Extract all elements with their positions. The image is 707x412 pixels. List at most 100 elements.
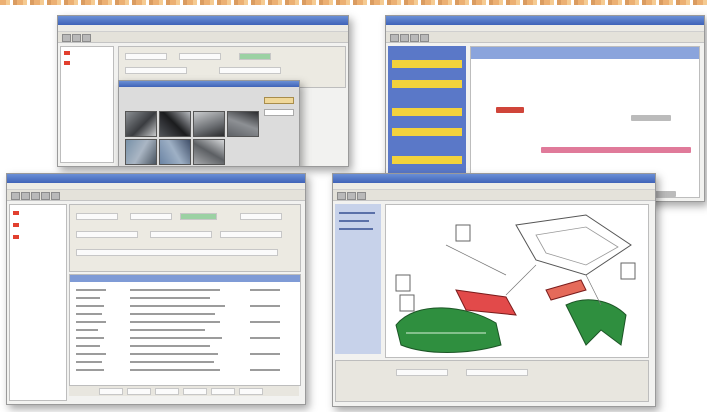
menu-bar (58, 25, 348, 32)
schedule-row-highlight[interactable] (392, 80, 462, 88)
tab-button[interactable] (155, 388, 179, 395)
folder-icon[interactable] (13, 211, 19, 215)
form-field[interactable] (125, 67, 187, 74)
toolbar-button[interactable] (347, 192, 356, 200)
toolbar (58, 32, 348, 43)
toolbar-button[interactable] (420, 34, 429, 42)
table-row[interactable] (130, 313, 215, 315)
tab-button[interactable] (211, 388, 235, 395)
table-row[interactable] (130, 305, 225, 307)
table-row[interactable] (250, 369, 280, 371)
table-row[interactable] (76, 345, 100, 347)
table-row[interactable] (76, 329, 98, 331)
tab-button[interactable] (127, 388, 151, 395)
photo-thumbnail-icon[interactable] (159, 111, 191, 137)
toolbar (7, 190, 305, 201)
toolbar-button[interactable] (41, 192, 50, 200)
form-field[interactable] (220, 231, 282, 238)
form-field[interactable] (239, 53, 271, 60)
table-row[interactable] (76, 353, 106, 355)
form-field[interactable] (466, 369, 528, 376)
table-row[interactable] (250, 353, 280, 355)
gantt-bar[interactable] (631, 115, 671, 121)
form-field[interactable] (76, 249, 278, 256)
list-item[interactable] (339, 212, 375, 214)
table-row[interactable] (130, 337, 222, 339)
form-field[interactable] (180, 213, 217, 220)
photo-thumbnail-icon[interactable] (193, 111, 225, 137)
table-row[interactable] (250, 337, 280, 339)
table-row[interactable] (130, 345, 210, 347)
toolbar-button[interactable] (400, 34, 409, 42)
table-row[interactable] (76, 369, 104, 371)
table-row[interactable] (250, 305, 280, 307)
table-row[interactable] (130, 361, 214, 363)
form-field[interactable] (179, 53, 221, 60)
table-row[interactable] (76, 289, 106, 291)
form-field[interactable] (219, 67, 281, 74)
table-row[interactable] (76, 313, 102, 315)
toolbar-button[interactable] (390, 34, 399, 42)
form-field[interactable] (130, 213, 172, 220)
toolbar-button[interactable] (72, 34, 81, 42)
bottom-tab-strip (69, 386, 299, 396)
folder-icon[interactable] (13, 223, 19, 227)
table-row[interactable] (76, 321, 106, 323)
toolbar-button[interactable] (410, 34, 419, 42)
list-item[interactable] (339, 228, 373, 230)
gantt-bar[interactable] (541, 147, 691, 153)
gantt-bar[interactable] (496, 107, 524, 113)
form-field[interactable] (76, 231, 138, 238)
diagram-sidebar (335, 204, 381, 354)
gantt-header (471, 47, 699, 59)
photo-thumbnail-icon[interactable] (193, 139, 225, 165)
table-row[interactable] (130, 297, 210, 299)
schedule-row-highlight[interactable] (392, 156, 462, 164)
table-row[interactable] (76, 297, 100, 299)
toolbar-button[interactable] (21, 192, 30, 200)
toolbar-button[interactable] (82, 34, 91, 42)
table-row[interactable] (130, 321, 220, 323)
table-row[interactable] (250, 321, 280, 323)
table-row[interactable] (76, 305, 104, 307)
toolbar-button[interactable] (62, 34, 71, 42)
table-row[interactable] (250, 289, 280, 291)
tab-button[interactable] (183, 388, 207, 395)
photo-thumbnail-icon[interactable] (159, 139, 191, 165)
toolbar-button[interactable] (31, 192, 40, 200)
tab-button[interactable] (239, 388, 263, 395)
photo-thumbnail-icon[interactable] (125, 111, 157, 137)
form-field[interactable] (264, 109, 294, 116)
schedule-row-highlight[interactable] (392, 128, 462, 136)
toolbar-button[interactable] (51, 192, 60, 200)
toolbar-button[interactable] (11, 192, 20, 200)
toolbar-button[interactable] (357, 192, 366, 200)
folder-icon[interactable] (64, 61, 70, 65)
car-part-icon (395, 214, 636, 353)
toolbar-button[interactable] (337, 192, 346, 200)
folder-icon[interactable] (64, 51, 70, 55)
table-header (70, 275, 300, 282)
navigation-sidebar (9, 204, 67, 401)
form-field[interactable] (125, 53, 167, 60)
list-item[interactable] (339, 220, 369, 222)
schedule-row-highlight[interactable] (392, 60, 462, 68)
tab-button[interactable] (99, 388, 123, 395)
form-field[interactable] (240, 213, 282, 220)
form-field[interactable] (150, 231, 212, 238)
table-row[interactable] (130, 289, 220, 291)
form-field[interactable] (264, 97, 294, 104)
table-row[interactable] (130, 329, 205, 331)
table-row[interactable] (130, 369, 220, 371)
table-row[interactable] (76, 361, 102, 363)
navigation-sidebar (60, 46, 114, 163)
folder-icon[interactable] (13, 235, 19, 239)
form-field[interactable] (76, 213, 118, 220)
photo-thumbnail-icon[interactable] (125, 139, 157, 165)
table-row[interactable] (76, 337, 104, 339)
schedule-row-highlight[interactable] (392, 108, 462, 116)
menu-bar (333, 183, 655, 190)
form-field[interactable] (396, 369, 448, 376)
table-row[interactable] (130, 353, 218, 355)
photo-thumbnail-icon[interactable] (227, 111, 259, 137)
